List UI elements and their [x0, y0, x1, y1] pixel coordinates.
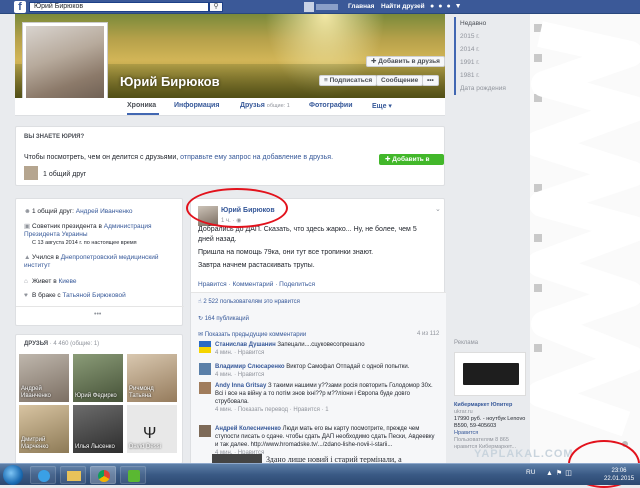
folder-icon[interactable]	[60, 466, 86, 484]
commenter-avatar[interactable]	[199, 425, 211, 437]
own-avatar-icon[interactable]	[304, 2, 314, 12]
tab-timeline[interactable]: Хроника	[127, 102, 156, 109]
friend-tile[interactable]: Илья Лысенко	[73, 405, 123, 453]
likes-summary[interactable]: ☝ 2 522 пользователям это нравится	[198, 298, 300, 305]
post-card: Юрий Бирюков 1 ч. · ◉ ⌄ Добрались до ДАП…	[190, 198, 446, 464]
mutual-friend-avatar[interactable]	[24, 166, 38, 180]
share-icon: ↻	[198, 316, 205, 322]
app-icon[interactable]	[120, 466, 146, 484]
tab-more[interactable]: Еще ▾	[372, 102, 392, 110]
post-text: Добрались до ДАП. Сказать, что здесь жар…	[198, 226, 417, 269]
friend-tile[interactable]: Юрий Федирко	[73, 354, 123, 402]
friend-tile[interactable]: Андрей Иванченко	[19, 354, 69, 402]
friends-card: ДРУЗЬЯ · 4 460 (общие: 1) Андрей Иванчен…	[15, 334, 183, 464]
commenter-name[interactable]: Андрей Колесниченко	[215, 426, 281, 432]
home-link[interactable]: Главная	[348, 3, 374, 10]
chrome-icon[interactable]	[90, 466, 116, 484]
profile-name[interactable]: Юрий Бирюков	[120, 74, 220, 89]
windows-taskbar: RU ▲⚑◫ 23:06 22.01.2015	[0, 463, 640, 485]
commenter-avatar[interactable]	[199, 341, 211, 353]
home-icon: ⌂	[24, 278, 28, 285]
tab-info[interactable]: Информация	[174, 102, 219, 109]
search-icon[interactable]: ⚲	[209, 2, 223, 12]
add-friend-green-button[interactable]: ✚ Добавить в друзья	[379, 154, 444, 172]
tab-friends[interactable]: Друзья общие: 1	[240, 102, 290, 109]
timeline-years: Недавно 2015 г. 2014 г. 1991 г. 1981 г. …	[454, 17, 506, 95]
language-indicator[interactable]: RU	[526, 469, 535, 476]
ad-image[interactable]	[454, 352, 526, 396]
find-friends-link[interactable]: Найти друзей	[381, 3, 425, 10]
add-friend-button[interactable]: ✚ Добавить в друзья	[366, 56, 445, 67]
laptop-icon	[463, 363, 519, 385]
comment-meta[interactable]: 4 мин. · Нравится	[215, 372, 264, 378]
year-item[interactable]: Дата рождения	[460, 82, 506, 95]
friends-title[interactable]: ДРУЗЬЯ · 4 460 (общие: 1)	[24, 341, 99, 347]
commenter-name[interactable]: Станислав Душанин	[215, 342, 276, 348]
education-icon: ▲	[24, 254, 31, 261]
know-text: Чтобы посмотреть, чем он делится с друзь…	[24, 154, 334, 161]
chat-sidebar-obscured	[525, 14, 640, 464]
tab-photos[interactable]: Фотографии	[309, 102, 353, 109]
year-item[interactable]: 1991 г.	[460, 56, 506, 69]
commenter-avatar[interactable]	[199, 363, 211, 375]
ie-icon[interactable]	[30, 466, 56, 484]
year-item[interactable]: 2015 г.	[460, 30, 506, 43]
work-icon: ▣	[24, 223, 31, 230]
do-you-know-card: ВЫ ЗНАЕТЕ ЮРИЯ? Чтобы посмотреть, чем он…	[15, 126, 445, 186]
year-item[interactable]: 1981 г.	[460, 69, 506, 82]
ad-block[interactable]: Кибермаркет Юпитер ukrar.ru 17990 руб. -…	[454, 402, 532, 451]
card-title: ВЫ ЗНАЕТЕ ЮРИЯ?	[24, 134, 85, 140]
ads-title: Реклама	[454, 340, 479, 346]
chevron-down-icon: ▾	[388, 103, 392, 110]
city-link[interactable]: Киеве	[58, 278, 76, 285]
notification-icons[interactable]: ●●●▼	[430, 3, 466, 10]
own-name-blurred[interactable]	[316, 4, 338, 10]
previous-comments-link[interactable]: ✉ Показать предыдущие комментарии	[198, 331, 306, 338]
post-actions[interactable]: Нравится · Комментарий · Поделиться	[198, 281, 315, 288]
comment-icon: ✉	[198, 332, 205, 338]
top-navigation-bar: f Юрий Бирюков ⚲ Главная Найти друзей ●●…	[0, 0, 640, 14]
job-dates: С 13 августа 2014 г. по настоящее время	[32, 240, 137, 246]
comment-meta[interactable]: 4 мин. · Показать перевод · Нравится · 1	[215, 407, 329, 413]
intro-card: ☻1 общий друг: Андрей Иванченко ▣ Советни…	[15, 198, 184, 326]
heart-icon: ♥	[24, 292, 28, 299]
message-button[interactable]: Сообщение	[376, 75, 424, 86]
commenter-avatar[interactable]	[199, 382, 211, 394]
friend-tile[interactable]: Ричмонд Татьяна	[127, 354, 177, 402]
chevron-down-icon[interactable]: ⌄	[435, 205, 441, 213]
tray-icons[interactable]: ▲⚑◫	[546, 469, 575, 477]
trident-icon: Ψ	[143, 425, 157, 442]
comments-count: 4 из 112	[417, 331, 440, 337]
mutual-friend-link[interactable]: Андрей Иванченко	[76, 208, 133, 215]
search-input[interactable]: Юрий Бирюков	[29, 2, 209, 12]
friends-icon: ☻	[24, 208, 31, 215]
profile-tabs: Хроника Информация Друзья общие: 1 Фотог…	[15, 98, 445, 116]
shares-summary[interactable]: ↻ 164 публикаций	[198, 315, 249, 322]
see-more-button[interactable]: •••	[94, 311, 101, 318]
mutual-friends-count[interactable]: 1 общий друг	[43, 171, 86, 178]
start-button[interactable]	[3, 465, 23, 485]
annotation-circle	[186, 188, 288, 228]
follow-button[interactable]: ≡ Подписаться	[319, 75, 378, 86]
watermark: YAPLAKAL.COM	[474, 448, 574, 460]
year-item[interactable]: Недавно	[460, 17, 506, 30]
commenter-name[interactable]: Andy Inna Gritsay	[215, 383, 266, 389]
link-preview-image[interactable]	[212, 454, 262, 463]
commenter-name[interactable]: Владимир Слюсаренко	[215, 364, 285, 370]
comment-meta[interactable]: 4 мин. · Нравится	[215, 350, 264, 356]
friend-tile[interactable]: Дмитрий Марченко	[19, 405, 69, 453]
clock[interactable]: 23:06 22.01.2015	[604, 467, 634, 483]
more-button[interactable]: •••	[422, 75, 439, 86]
friend-tile[interactable]: Ψ David Dessi	[127, 405, 177, 453]
spouse-link[interactable]: Татьяной Бирюковой	[63, 292, 126, 299]
year-item[interactable]: 2014 г.	[460, 43, 506, 56]
profile-picture[interactable]	[22, 22, 108, 108]
facebook-logo[interactable]: f	[14, 1, 26, 13]
send-request-link[interactable]: отправьте ему запрос на добавление в дру…	[180, 154, 333, 161]
